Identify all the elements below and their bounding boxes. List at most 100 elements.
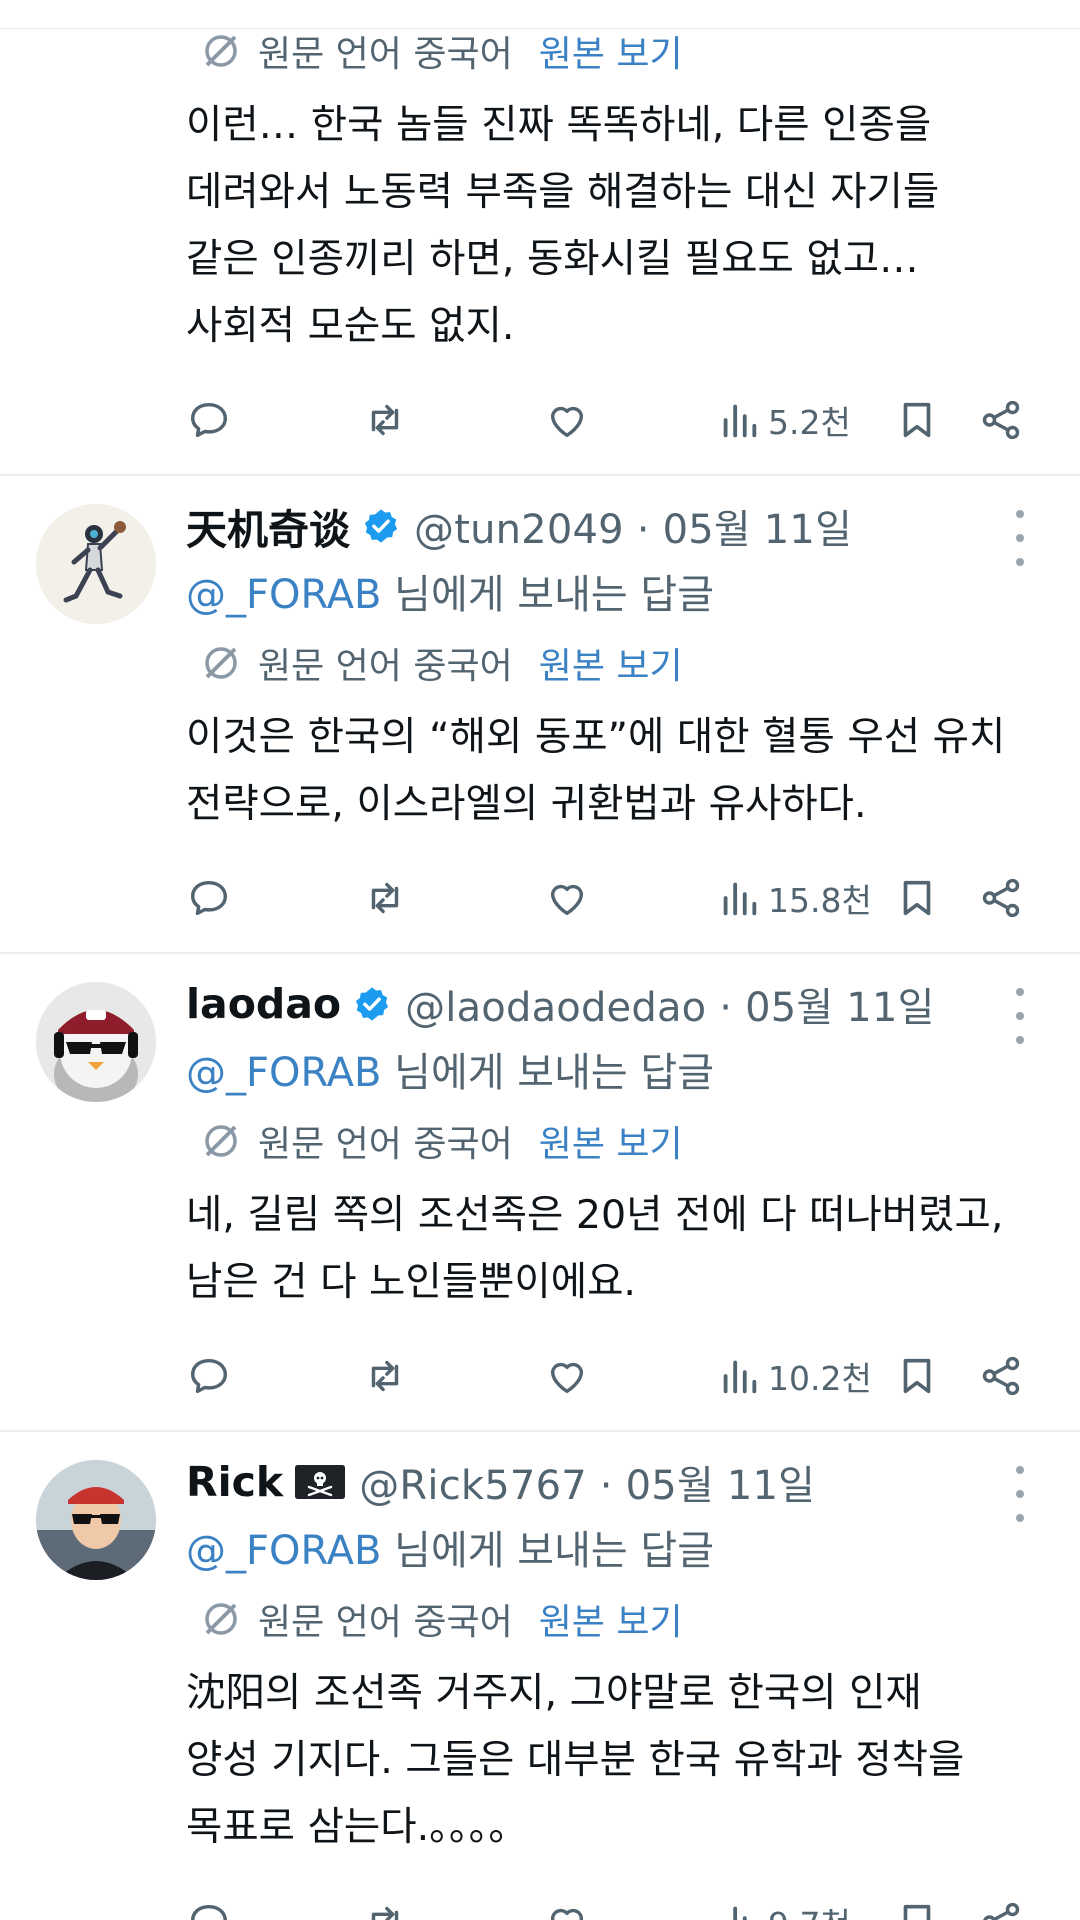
bookmark-button[interactable] (894, 1894, 940, 1920)
share-icon (982, 400, 1020, 440)
handle[interactable]: @tun2049 (414, 507, 624, 553)
translate-off-icon (205, 1603, 237, 1635)
handle-and-date: @Rick5767 · 05월 11일 (359, 1453, 815, 1511)
views-chart-icon (723, 1360, 757, 1394)
tweet-text: 네, 길림 쪽의 조선족은 20년 전에 다 떠나버렸고, 남은 건 다 노인들… (186, 1192, 1004, 1305)
repost-button[interactable] (362, 1894, 408, 1920)
source-language-label: 원문 언어 중국어 (258, 646, 513, 687)
source-language-label: 원문 언어 중국어 (258, 34, 513, 75)
reply-to-label: 님에게 보내는 답글 (381, 572, 715, 618)
replying-to: @_FORAB 님에게 보내는 답글 (186, 1040, 714, 1098)
reply-icon (190, 1358, 228, 1394)
reply-mention-link[interactable]: @_FORAB (186, 572, 381, 618)
penguin-cap-avatar-image (36, 982, 156, 1102)
reply-mention-link[interactable]: @_FORAB (186, 1528, 381, 1574)
bookmark-icon (903, 880, 931, 916)
tweet-text: 沈阳의 조선족 거주지, 그야말로 한국의 인재 양성 기지다. 그들은 대부분… (186, 1670, 965, 1850)
repost-button[interactable] (362, 1348, 408, 1404)
avatar[interactable] (36, 982, 156, 1102)
like-button[interactable] (544, 870, 590, 926)
reply-button[interactable] (186, 1348, 232, 1404)
translation-notice: 원문 언어 중국어 원본 보기 (200, 1594, 683, 1644)
tweet-4[interactable]: Rick @Rick5767 · 05월 11일 @_FORAB 님에게 보내는… (0, 1432, 1080, 1920)
repost-button[interactable] (362, 870, 408, 926)
share-icon (982, 878, 1020, 918)
bookmark-button[interactable] (894, 392, 940, 448)
views-count: 15.8천 (768, 881, 872, 920)
translate-off-icon (205, 1125, 237, 1157)
more-options-icon[interactable] (1010, 988, 1030, 1044)
tweet-2[interactable]: 天机奇谈 @tun2049 · 05월 11일 @_FORAB 님에게 보내는 … (0, 476, 1080, 954)
share-icon (983, 1902, 1020, 1920)
translation-notice: 원문 언어 중국어 원본 보기 (200, 638, 683, 688)
avatar[interactable] (36, 1460, 156, 1580)
tweet-text: 이것은 한국의 “해외 동포”에 대한 혈통 우선 유치 전략으로, 이스라엘의… (186, 714, 1006, 827)
share-button[interactable] (978, 1348, 1024, 1404)
show-original-link[interactable]: 원본 보기 (539, 25, 683, 77)
display-name[interactable]: Rick (186, 1458, 283, 1506)
share-button[interactable] (978, 392, 1024, 448)
repost-button[interactable] (362, 392, 408, 448)
handle[interactable]: @Rick5767 (359, 1463, 587, 1509)
views-count: 10.2천 (768, 1359, 872, 1398)
more-options-icon[interactable] (1010, 510, 1030, 566)
display-name[interactable]: laodao (186, 980, 341, 1028)
reply-icon (190, 880, 228, 916)
replying-to: @_FORAB 님에게 보내는 답글 (186, 562, 714, 620)
verified-badge-icon[interactable] (362, 507, 400, 545)
source-language-label: 원문 언어 중국어 (258, 1124, 513, 1165)
reply-mention-link[interactable]: @_FORAB (186, 1050, 381, 1096)
like-button[interactable] (544, 1348, 590, 1404)
reply-button[interactable] (186, 1894, 232, 1920)
tweet-1[interactable]: 원문 언어 중국어 원본 보기 이런… 한국 놈들 진짜 똑똑하네, 다른 인종… (0, 0, 1080, 478)
heart-icon (550, 406, 584, 438)
views-count: 5.2천 (768, 403, 851, 442)
views-chart-icon (733, 1906, 747, 1920)
repost-icon (371, 1906, 399, 1920)
tweet-header: 天机奇谈 @tun2049 · 05월 11일 (186, 496, 852, 556)
tweet-text: 이런… 한국 놈들 진짜 똑똑하네, 다른 인종을 데려와서 노동력 부족을 해… (186, 102, 940, 349)
replying-to: @_FORAB 님에게 보내는 답글 (186, 1518, 714, 1576)
display-name[interactable]: 天机奇谈 (186, 496, 350, 556)
show-original-link[interactable]: 원본 보기 (539, 1593, 683, 1645)
tweet-actions: 10.2천 (186, 1348, 1046, 1404)
reply-icon (190, 402, 228, 438)
reply-button[interactable] (186, 870, 232, 926)
translate-off-icon (205, 35, 237, 67)
share-icon (982, 1356, 1020, 1396)
tweet-actions: 15.8천 (186, 870, 1046, 926)
heart-icon (550, 1362, 584, 1394)
tweet-3[interactable]: laodao @laodaodedao · 05월 11일 @_FORAB 님에… (0, 954, 1080, 1432)
views-chart-icon (723, 882, 757, 916)
repost-icon (371, 882, 399, 914)
tweet-date[interactable]: 05월 11일 (663, 507, 853, 553)
views-button[interactable]: 5.2천 (716, 392, 851, 448)
avatar[interactable] (36, 504, 156, 624)
handle-and-date: @laodaodedao · 05월 11일 (405, 975, 935, 1033)
heart-icon (550, 1908, 584, 1920)
handle[interactable]: @laodaodedao (405, 985, 706, 1031)
tweet-header: Rick @Rick5767 · 05월 11일 (186, 1452, 815, 1512)
share-button[interactable] (978, 870, 1024, 926)
views-chart-icon (723, 404, 757, 438)
pirate-flag-icon (295, 1465, 346, 1499)
tweet-date[interactable]: 05월 11일 (626, 1463, 816, 1509)
repost-icon (371, 404, 399, 436)
more-options-icon[interactable] (1010, 1466, 1030, 1522)
reply-button[interactable] (186, 392, 232, 448)
share-button[interactable] (978, 1894, 1024, 1920)
show-original-link[interactable]: 원본 보기 (539, 637, 683, 689)
separator-dot: · (719, 985, 733, 1031)
tweet-date[interactable]: 05월 11일 (745, 985, 935, 1031)
like-button[interactable] (544, 1894, 590, 1920)
bookmark-icon (903, 1358, 931, 1394)
bookmark-button[interactable] (894, 1348, 940, 1404)
views-button[interactable]: 10.2천 (716, 1348, 872, 1404)
like-button[interactable] (544, 392, 590, 448)
views-button[interactable]: 9.7천 (716, 1894, 851, 1920)
views-button[interactable]: 15.8천 (716, 870, 872, 926)
verified-badge-icon[interactable] (353, 985, 391, 1023)
show-original-link[interactable]: 원본 보기 (539, 1115, 683, 1167)
handle-and-date: @tun2049 · 05월 11일 (414, 497, 852, 555)
bookmark-button[interactable] (894, 870, 940, 926)
